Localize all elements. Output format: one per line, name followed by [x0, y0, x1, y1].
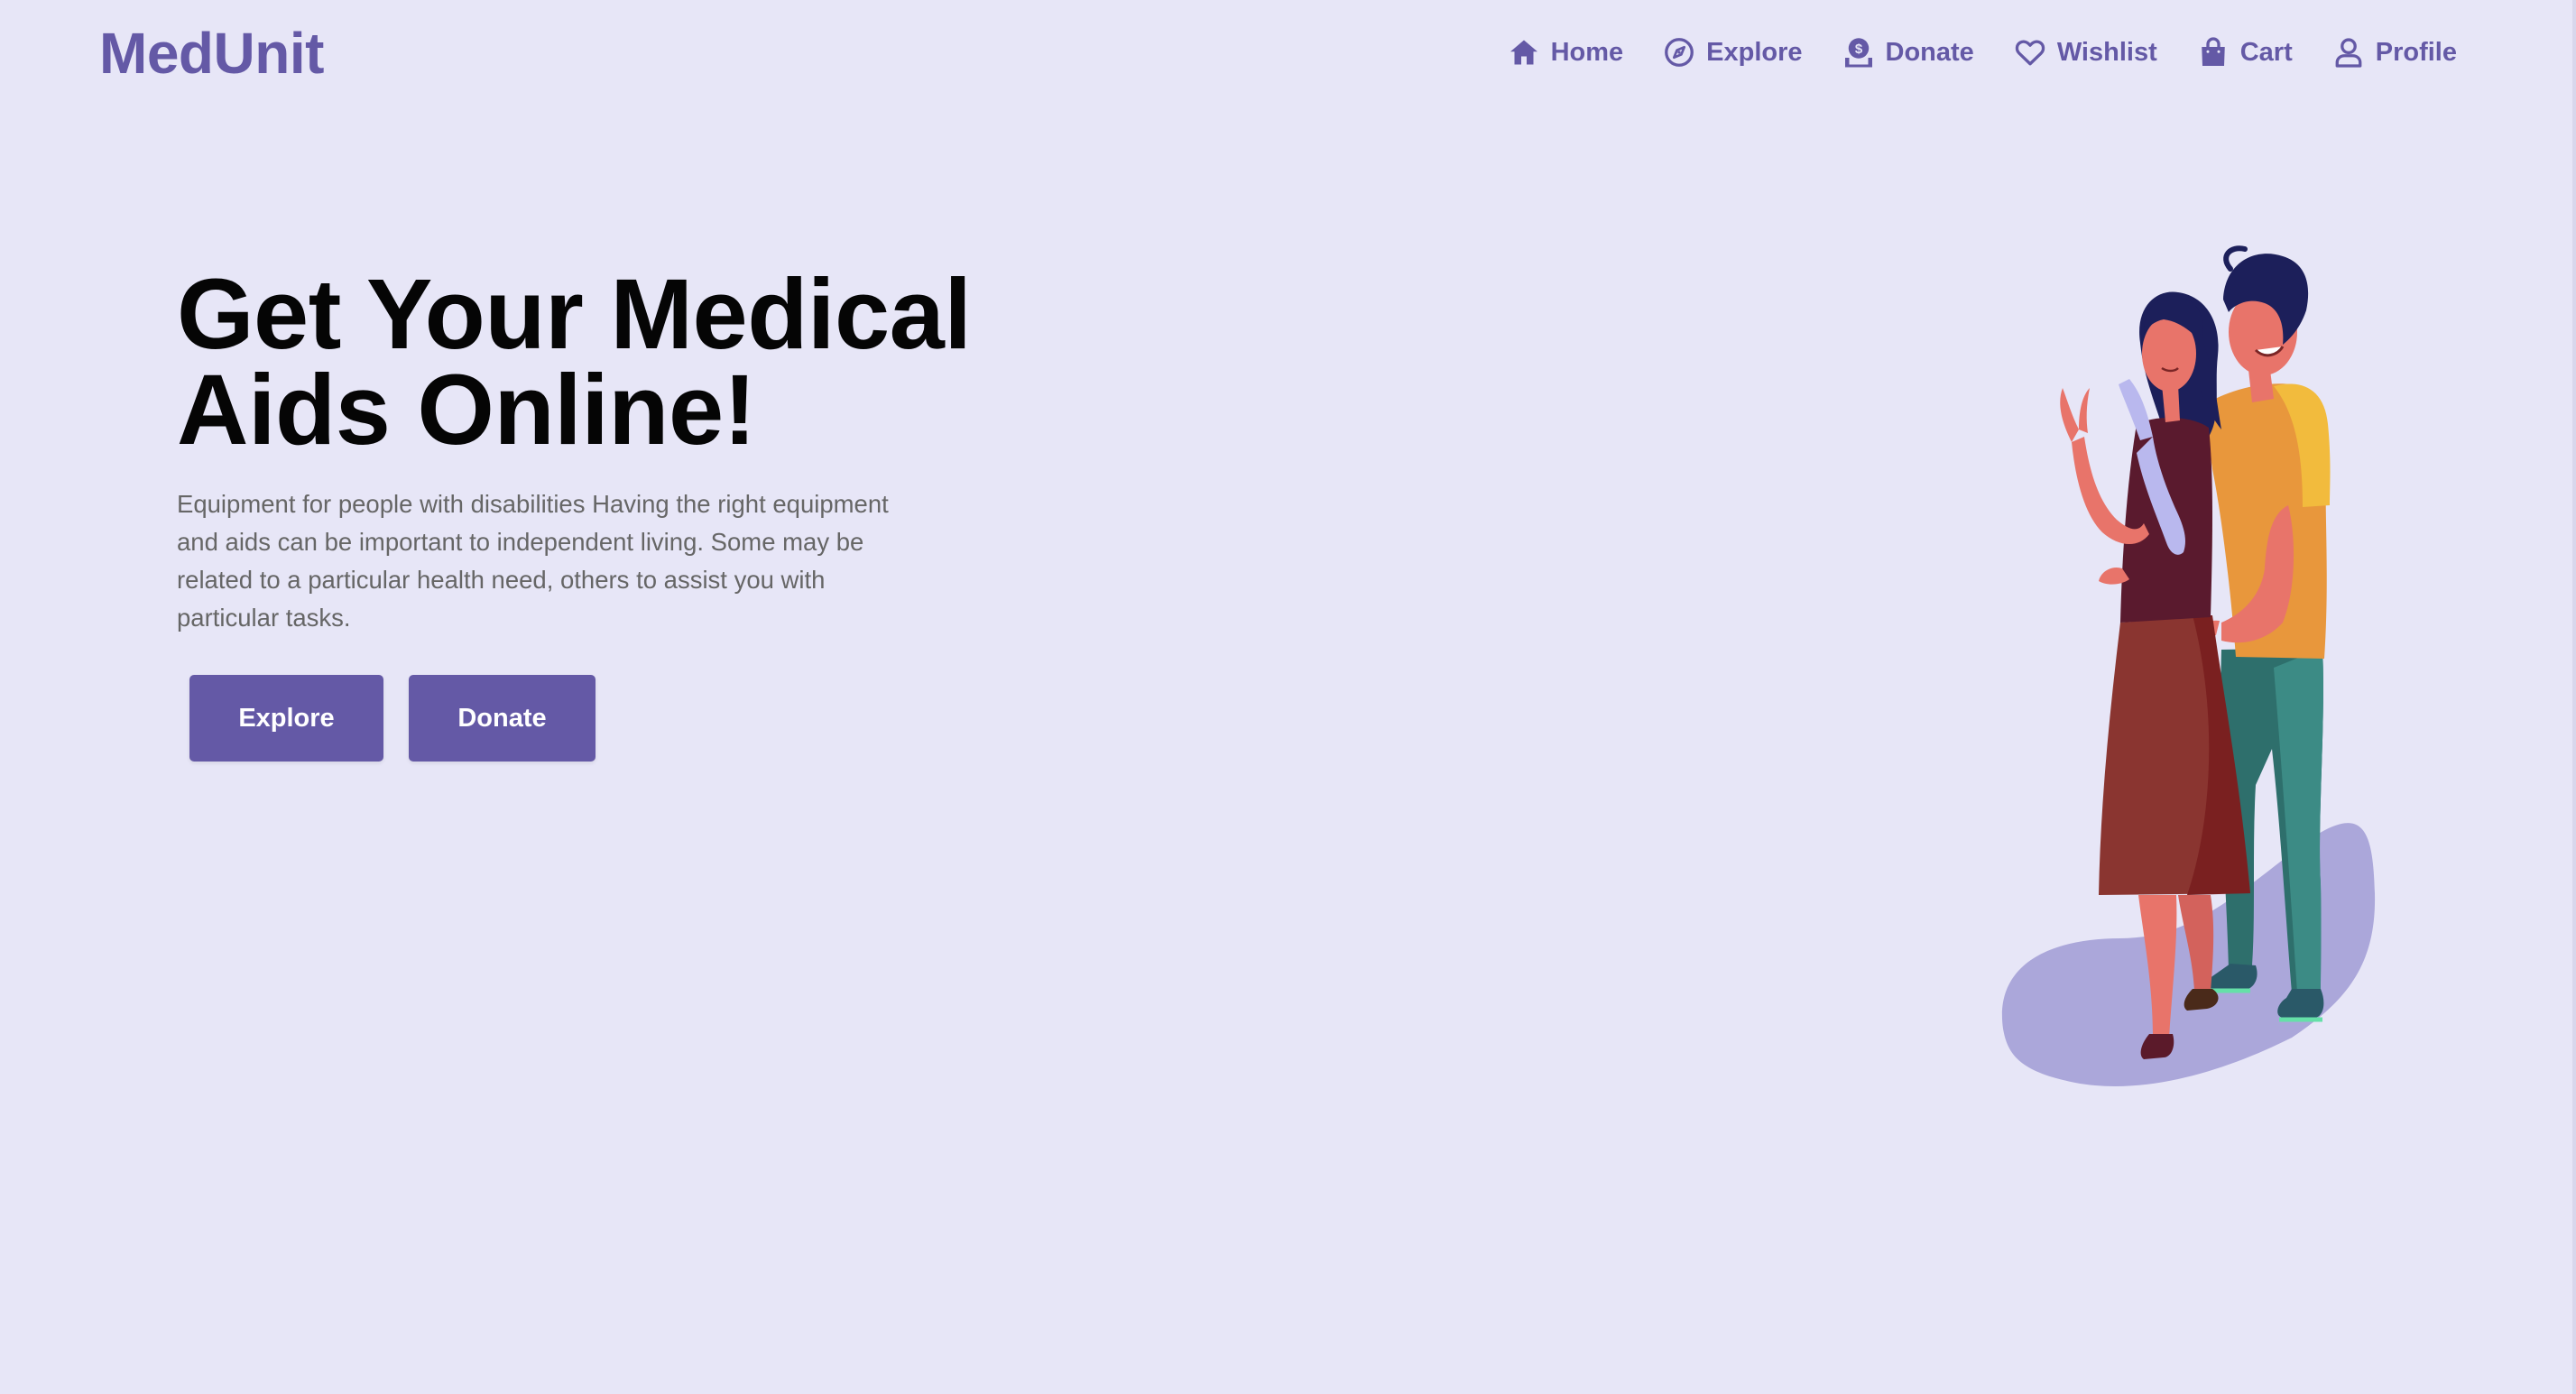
nav-profile[interactable]: Profile — [2332, 36, 2457, 69]
donate-icon: $ — [1844, 38, 1872, 68]
nav-home[interactable]: Home — [1508, 36, 1624, 69]
hero-title-line-1: Get Your Medical — [177, 259, 972, 370]
user-icon — [2335, 38, 2362, 68]
nav-cart-label: Cart — [2239, 37, 2293, 67]
nav-profile-label: Profile — [2375, 37, 2457, 67]
shopping-bag-icon — [2201, 37, 2225, 66]
hero-description: Equipment for people with disabilities H… — [177, 490, 889, 632]
nav-home-label: Home — [1550, 37, 1624, 67]
nav-explore-label: Explore — [1706, 37, 1803, 67]
nav-donate-label: Donate — [1885, 37, 1974, 67]
donate-button[interactable]: Donate — [409, 675, 596, 762]
heart-icon — [2015, 40, 2045, 66]
hero-section: Get Your Medical Aids Online! Equipment … — [177, 265, 989, 637]
hero-buttons: Explore Donate — [189, 675, 596, 762]
hero-title: Get Your Medical Aids Online! — [177, 265, 989, 460]
hero-title-line-2: Aids Online! — [177, 355, 756, 466]
nav-cart[interactable]: Cart — [2197, 36, 2293, 69]
nav-explore[interactable]: Explore — [1663, 36, 1803, 69]
nav-wishlist[interactable]: Wishlist — [2014, 36, 2157, 69]
svg-text:$: $ — [1854, 42, 1862, 57]
nav-wishlist-label: Wishlist — [2056, 37, 2157, 67]
explore-button[interactable]: Explore — [189, 675, 383, 762]
brand-logo[interactable]: MedUnit — [99, 20, 324, 87]
nav-donate[interactable]: $ Donate — [1842, 36, 1974, 69]
home-icon — [1510, 40, 1537, 65]
main-nav: Home Explore $ Donate Wishlist Cart Prof… — [1508, 36, 2457, 69]
compass-icon — [1665, 38, 1694, 67]
page-scrollbar[interactable] — [2572, 0, 2576, 1394]
couple-heart-gesture-illustration — [2001, 245, 2376, 1086]
